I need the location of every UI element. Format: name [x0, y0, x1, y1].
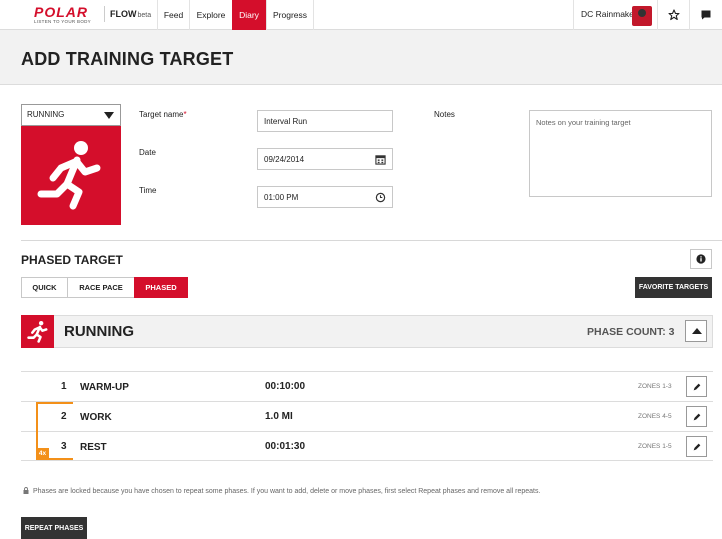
runner-icon: [37, 140, 101, 209]
nav-diary[interactable]: Diary: [232, 0, 266, 30]
time-label: Time: [139, 186, 157, 195]
polar-logo[interactable]: POLAR LISTEN TO YOUR BODY: [34, 4, 98, 26]
tab-phased[interactable]: PHASED: [134, 277, 188, 298]
runner-icon: [26, 320, 47, 343]
star-icon: [667, 9, 680, 21]
phase-row: 1 WARM-UP 00:10:00 ZONES 1-3: [21, 371, 713, 401]
product-badge: beta: [137, 12, 152, 19]
collapse-button[interactable]: [685, 320, 707, 342]
sport-select[interactable]: RUNNING: [21, 104, 121, 126]
target-type-tabs: QUICK RACE PACE PHASED: [21, 277, 188, 298]
favorite-targets-button[interactable]: FAVORITE TARGETS: [635, 277, 712, 298]
nav-feed[interactable]: Feed: [157, 0, 189, 30]
phase-zones: ZONES 1-5: [638, 443, 672, 450]
notes-label: Notes: [434, 110, 455, 119]
sport-image: [21, 126, 121, 225]
product-label: FLOW: [110, 9, 137, 19]
pencil-icon: [693, 413, 700, 420]
time-input[interactable]: 01:00 PM: [257, 186, 393, 208]
repeat-phases-button[interactable]: REPEAT PHASES: [21, 517, 87, 539]
time-value: 01:00 PM: [264, 193, 299, 202]
phase-name: WORK: [80, 412, 112, 423]
phase-duration: 00:10:00: [265, 381, 306, 392]
info-icon: [696, 254, 706, 264]
date-value: 09/24/2014: [264, 155, 305, 164]
sport-phase-header: RUNNING PHASE COUNT: 3: [21, 315, 713, 348]
brand-tagline: LISTEN TO YOUR BODY: [34, 19, 91, 24]
info-button[interactable]: [690, 249, 712, 269]
avatar: [632, 6, 652, 26]
phased-target-title: PHASED TARGET: [21, 253, 123, 267]
required-marker: *: [183, 110, 187, 119]
phase-name: WARM-UP: [80, 382, 129, 393]
phase-name: REST: [80, 442, 107, 453]
phase-row: 3 REST 00:01:30 ZONES 1-5: [21, 431, 713, 461]
pencil-icon: [693, 443, 700, 450]
chevron-down-icon: [104, 112, 114, 119]
target-name-input[interactable]: Interval Run: [257, 110, 393, 132]
phase-duration: 00:01:30: [265, 441, 306, 452]
favorites-star-button[interactable]: [657, 0, 689, 30]
brand-name: POLAR: [34, 4, 88, 20]
phase-number: 1: [61, 381, 67, 392]
sport-select-value: RUNNING: [27, 110, 65, 119]
sport-name: RUNNING: [64, 323, 134, 340]
messages-button[interactable]: [689, 0, 722, 30]
phase-zones: ZONES 4-5: [638, 413, 672, 420]
clock-icon[interactable]: [375, 192, 386, 203]
edit-phase-button[interactable]: [686, 376, 707, 397]
locked-phases-text: Phases are locked because you have chose…: [33, 488, 541, 495]
tab-race-pace[interactable]: RACE PACE: [67, 277, 135, 298]
date-label: Date: [139, 148, 156, 157]
lock-icon: [23, 487, 29, 494]
product-name: FLOWbeta: [104, 6, 151, 22]
page-header: ADD TRAINING TARGET: [0, 30, 722, 85]
pencil-icon: [693, 383, 700, 390]
target-name-label-text: Target name: [139, 110, 184, 119]
repeat-count-badge: 4x: [36, 448, 49, 460]
sport-icon: [21, 315, 54, 348]
locked-phases-note: Phases are locked because you have chose…: [23, 487, 540, 495]
phase-zones: ZONES 1-3: [638, 383, 672, 390]
date-input[interactable]: 09/24/2014: [257, 148, 393, 170]
phase-distance: 1.0 MI: [265, 411, 293, 422]
section-divider: [21, 240, 722, 241]
phase-count: PHASE COUNT: 3: [587, 326, 675, 338]
top-navigation: POLAR LISTEN TO YOUR BODY FLOWbeta Feed …: [0, 0, 722, 30]
nav-explore[interactable]: Explore: [189, 0, 232, 30]
edit-phase-button[interactable]: [686, 436, 707, 457]
tab-quick[interactable]: QUICK: [21, 277, 68, 298]
user-menu[interactable]: DC Rainmaker: [573, 0, 657, 30]
notes-textarea[interactable]: Notes on your training target: [529, 110, 712, 197]
page-title: ADD TRAINING TARGET: [21, 49, 234, 69]
message-icon: [701, 10, 711, 20]
nav-progress[interactable]: Progress: [266, 0, 314, 30]
phase-row: 2 WORK 1.0 MI ZONES 4-5: [21, 401, 713, 431]
calendar-icon[interactable]: [375, 154, 386, 165]
user-name: DC Rainmaker: [581, 9, 637, 19]
edit-phase-button[interactable]: [686, 406, 707, 427]
target-name-label: Target name*: [139, 110, 187, 119]
